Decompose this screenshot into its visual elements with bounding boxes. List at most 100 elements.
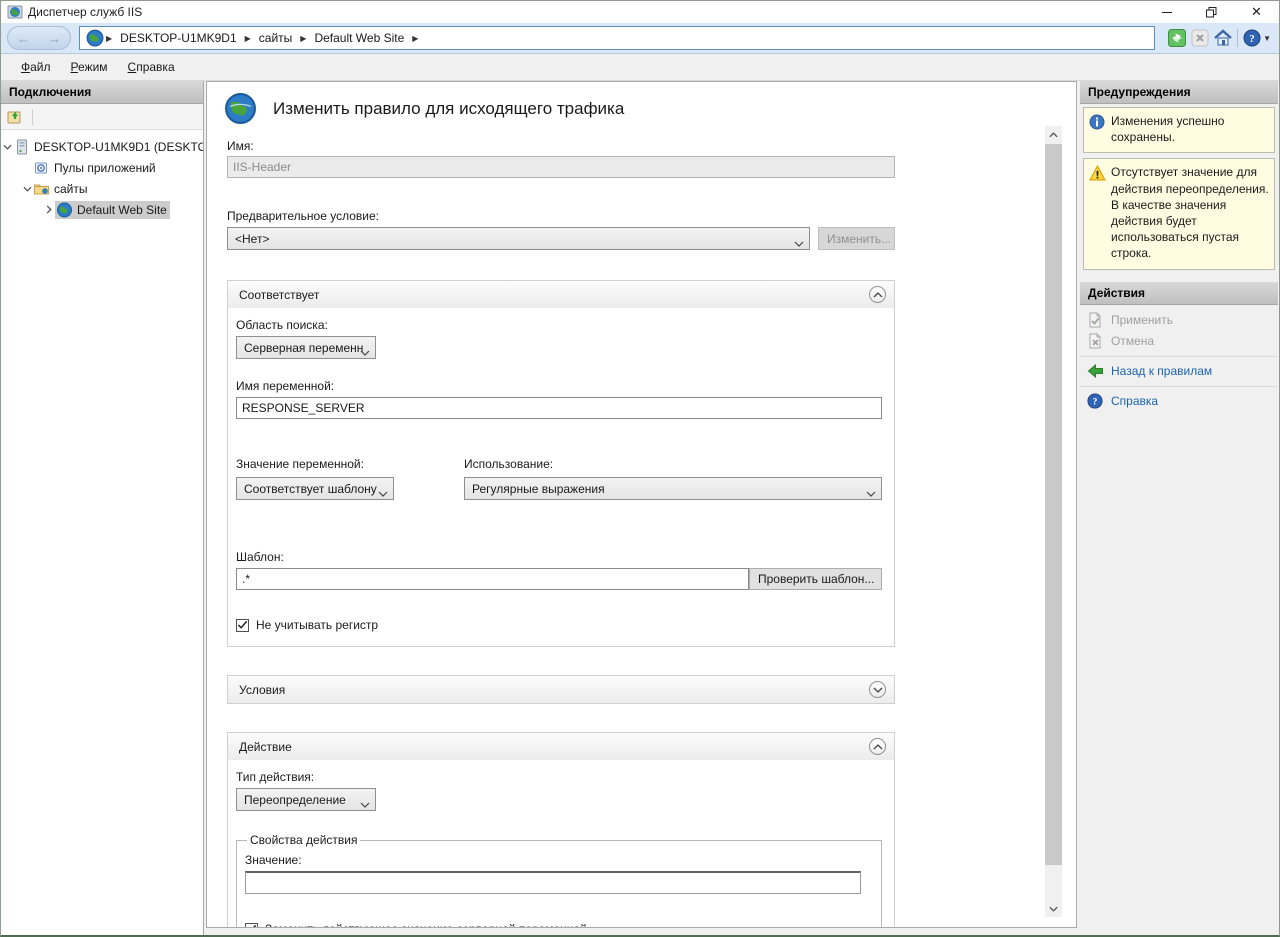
restore-button[interactable] [1189, 1, 1234, 23]
using-select[interactable]: Регулярные выражения [464, 477, 882, 500]
using-label: Использование: [464, 457, 882, 471]
actions-list: Применить Отмена Назад к правилам ? Спра… [1080, 305, 1278, 416]
breadcrumb-item-server[interactable]: DESKTOP-U1MK9D1 [120, 31, 236, 45]
close-button[interactable]: ✕ [1234, 1, 1279, 23]
forward-icon[interactable]: → [48, 32, 61, 45]
match-section-header[interactable]: Соответствует [228, 281, 894, 308]
app-icon [7, 4, 23, 20]
page-title: Изменить правило для исходящего трафика [273, 99, 624, 119]
menu-help[interactable]: Справка [118, 56, 185, 78]
conditions-section-header[interactable]: Условия [228, 676, 894, 703]
navigation-buttons: ← → [7, 26, 71, 50]
help-menu-button[interactable]: ? ▼ [1243, 29, 1271, 47]
chevron-down-icon [866, 486, 876, 500]
chevron-collapsed-icon[interactable] [43, 205, 55, 214]
variable-name-label: Имя переменной: [236, 379, 882, 393]
variable-value-select[interactable]: Соответствует шаблону [236, 477, 394, 500]
connections-panel: Подключения DESKTOP-U1MK9D1 (DESKTO Пулы… [1, 81, 204, 935]
apply-icon [1087, 312, 1103, 328]
title-bar: Диспетчер служб IIS ✕ [1, 1, 1279, 23]
pattern-label: Шаблон: [236, 550, 882, 564]
save-connection-icon[interactable] [7, 109, 24, 125]
using-value: Регулярные выражения [472, 482, 605, 496]
sites-folder-icon [33, 181, 50, 197]
breadcrumb-item-sites[interactable]: сайты [259, 31, 293, 45]
breadcrumb-item-default-web-site[interactable]: Default Web Site [314, 31, 404, 45]
replace-checkbox-row[interactable]: Заменить действующее значение серверной … [245, 922, 869, 928]
variable-name-input[interactable] [236, 397, 882, 419]
back-arrow-icon [1087, 364, 1104, 378]
precondition-select[interactable]: <Нет> [227, 227, 810, 250]
action-section-header[interactable]: Действие [228, 733, 894, 760]
ignore-case-checkbox-row[interactable]: Не учитывать регистр [236, 618, 882, 632]
connections-tree: DESKTOP-U1MK9D1 (DESKTO Пулы приложений … [1, 130, 203, 220]
chevron-down-icon: ▼ [1263, 34, 1271, 43]
scope-select[interactable]: Серверная переменн [236, 336, 376, 359]
application-pools-icon [33, 160, 50, 176]
action-type-label: Тип действия: [236, 770, 882, 784]
scroll-up-icon[interactable] [1045, 126, 1062, 143]
action-properties-legend: Свойства действия [247, 833, 360, 847]
tree-item-sites[interactable]: сайты [1, 178, 203, 199]
chevron-expanded-icon[interactable] [1, 144, 13, 150]
feature-page: Изменить правило для исходящего трафика … [206, 81, 1077, 928]
collapse-icon[interactable] [869, 738, 886, 755]
conditions-section: Условия [227, 675, 895, 704]
tree-item-default-web-site[interactable]: Default Web Site [1, 199, 203, 220]
checkbox-checked-icon[interactable] [236, 619, 249, 632]
scrollbar-thumb[interactable] [1045, 144, 1062, 865]
apply-action: Применить [1080, 310, 1278, 331]
name-input [227, 156, 895, 178]
action-type-select[interactable]: Переопределение [236, 788, 376, 811]
tree-item-server[interactable]: DESKTOP-U1MK9D1 (DESKTO [1, 136, 203, 157]
vertical-scrollbar[interactable] [1045, 126, 1062, 917]
pattern-input[interactable] [236, 568, 749, 590]
back-to-rules-action[interactable]: Назад к правилам [1080, 361, 1278, 382]
action-properties-group: Свойства действия Значение: Заменить дей… [236, 833, 882, 928]
breadcrumb-arrow-icon[interactable]: ▶ [300, 34, 306, 43]
home-icon[interactable] [1214, 29, 1232, 47]
test-pattern-button[interactable]: Проверить шаблон... [749, 568, 882, 590]
back-to-rules-label: Назад к правилам [1111, 364, 1212, 378]
toolbar-separator [1237, 29, 1238, 47]
precondition-value: <Нет> [235, 232, 269, 246]
action-type-value: Переопределение [244, 793, 346, 807]
cancel-icon [1087, 333, 1103, 349]
scope-value: Серверная переменн [244, 341, 363, 355]
server-icon [13, 139, 30, 155]
collapse-icon[interactable] [869, 286, 886, 303]
match-section: Соответствует Область поиска: Серверная … [227, 280, 895, 647]
actions-header: Действия [1080, 282, 1278, 305]
action-section: Действие Тип действия: Переопределение С… [227, 732, 895, 928]
chevron-down-icon [794, 236, 804, 250]
checkbox-checked-icon[interactable] [245, 923, 258, 929]
cancel-action: Отмена [1080, 331, 1278, 352]
action-value-input[interactable] [245, 871, 861, 894]
breadcrumb-arrow-icon[interactable]: ▶ [412, 34, 418, 43]
scroll-down-icon[interactable] [1045, 900, 1062, 917]
back-icon[interactable]: ← [17, 32, 30, 45]
menu-file[interactable]: Файл [11, 56, 61, 78]
warning-icon [1089, 165, 1106, 181]
minimize-button[interactable] [1144, 1, 1189, 23]
help-action[interactable]: ? Справка [1080, 391, 1278, 412]
refresh-icon[interactable] [1168, 29, 1186, 47]
separator [1080, 356, 1278, 357]
menu-view[interactable]: Режим [61, 56, 118, 78]
expand-icon[interactable] [869, 681, 886, 698]
iis-manager-window: Диспетчер служб IIS ✕ ← → ▶ DESKTOP-U1MK… [0, 0, 1280, 937]
help-icon: ? [1243, 29, 1261, 47]
breadcrumb: ▶ DESKTOP-U1MK9D1 ▶ сайты ▶ Default Web … [79, 26, 1155, 50]
breadcrumb-arrow-icon[interactable]: ▶ [245, 34, 251, 43]
chevron-down-icon [360, 797, 370, 811]
separator [1080, 386, 1278, 387]
breadcrumb-arrow-icon[interactable]: ▶ [106, 34, 112, 43]
apply-label: Применить [1111, 313, 1173, 327]
site-globe-icon [56, 202, 73, 218]
scope-label: Область поиска: [236, 318, 882, 332]
help-icon: ? [1087, 393, 1103, 409]
chevron-expanded-icon[interactable] [21, 186, 33, 192]
section-title: Соответствует [239, 288, 869, 302]
tree-item-app-pools[interactable]: Пулы приложений [1, 157, 203, 178]
info-icon [1089, 114, 1105, 130]
